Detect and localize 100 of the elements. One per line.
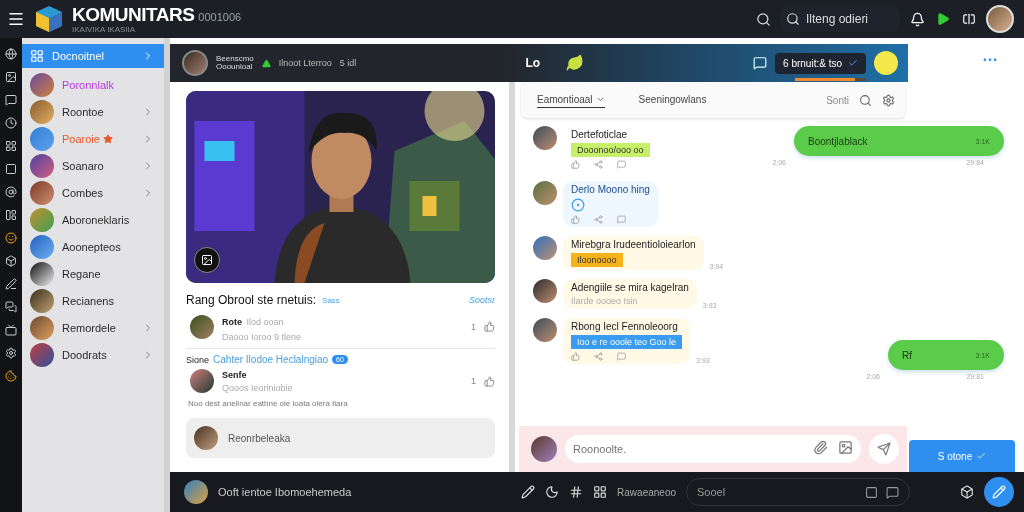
brand-code: 0001006	[198, 10, 242, 23]
sidebar-item[interactable]: Combes	[22, 179, 164, 206]
avatar	[30, 234, 54, 259]
message-title: Adengiile se mira kagelran	[571, 282, 689, 293]
pencil-icon	[992, 485, 1006, 499]
bell-icon[interactable]	[908, 10, 926, 28]
sidebar-item[interactable]: Roontoe	[22, 98, 164, 125]
message-text: Ilarde oooeo Isin	[571, 296, 639, 306]
avatar	[30, 207, 54, 232]
layout-icon[interactable]	[5, 209, 17, 221]
avatar	[30, 342, 54, 367]
avatar	[30, 99, 54, 124]
avatar	[190, 314, 214, 339]
like-icon[interactable]	[484, 375, 495, 387]
post-title: Rang Obrool ste rnetuis:	[186, 293, 317, 307]
message-title: Derlo Moono hing	[571, 184, 650, 195]
star-icon	[102, 133, 113, 144]
edit-button[interactable]	[984, 477, 1014, 507]
avatar	[30, 72, 54, 97]
header-subtitle: Ooounioal	[216, 63, 254, 71]
message-title: Dertefoticlae	[571, 129, 629, 140]
brand-tagline: IKAIVIKA IKASIIA	[72, 25, 137, 34]
comment-text: Noo dest anelinar eathne ole loata olera Ilara	[188, 399, 349, 408]
square-icon[interactable]	[865, 485, 878, 499]
box-icon[interactable]	[960, 485, 974, 499]
search-field[interactable]: Ilteng odieri	[780, 6, 900, 32]
sidebar-item[interactable]: Aboroneklaris	[22, 206, 164, 233]
avatar	[30, 315, 54, 340]
box-icon[interactable]	[5, 255, 17, 267]
hash-icon[interactable]	[569, 485, 584, 499]
square-icon[interactable]	[5, 163, 17, 175]
avatar	[533, 181, 557, 205]
message-tag: Dooonoo/ooo oo	[571, 143, 650, 157]
check-icon	[976, 451, 987, 461]
header-title: Beenscmo	[216, 55, 254, 63]
like-count: 1	[471, 321, 476, 332]
moon-icon[interactable]	[545, 485, 560, 499]
avatar	[533, 236, 557, 260]
sidebar-item[interactable]: Regane	[22, 260, 164, 287]
avatar[interactable]	[986, 5, 1014, 33]
grid-icon[interactable]	[5, 140, 17, 152]
brand-name: KOMUNITARS	[72, 3, 195, 25]
sidebar-item[interactable]: Doodrats	[22, 341, 164, 368]
avatar	[30, 126, 54, 151]
reply-box[interactable]: Reonrbeleaka	[186, 418, 495, 458]
send-button[interactable]	[869, 434, 899, 464]
sidebar-item[interactable]: Remordele	[22, 314, 164, 341]
grid-icon	[30, 49, 44, 63]
smile-icon[interactable]	[5, 232, 17, 244]
cookie-icon[interactable]	[5, 370, 17, 382]
like-icon[interactable]	[484, 321, 495, 332]
sidebar-item[interactable]: Aoonepteos	[22, 233, 164, 260]
sidebar-label: Roontoe	[62, 105, 104, 118]
comment-text: Qooos Ieoriniobie	[222, 382, 294, 393]
tv-icon[interactable]	[5, 324, 17, 336]
at-icon[interactable]	[5, 186, 17, 198]
thread-prefix: Sione	[186, 354, 210, 365]
sidebar-item[interactable]: Recianens	[22, 287, 164, 314]
avatar	[533, 318, 557, 342]
attach-icon[interactable]	[813, 440, 828, 455]
clock-icon[interactable]	[5, 117, 17, 129]
grid-icon[interactable]	[593, 485, 608, 499]
comment-author: Rote	[222, 317, 242, 327]
sidebar-item[interactable]: Soanaro	[22, 152, 164, 179]
search-icon[interactable]	[754, 10, 772, 28]
message-field[interactable]: Roonoolte.	[565, 435, 861, 463]
sidebar-label: Remordele	[62, 321, 116, 334]
caret-icon	[595, 95, 605, 104]
message-title: Mirebgra Irudeentioloiearlon	[571, 239, 696, 250]
filter-tab[interactable]: Seeningowlans	[638, 92, 707, 108]
pencil-icon[interactable]	[521, 485, 536, 499]
avatar	[533, 126, 557, 150]
sidebar-item[interactable]: Poronnlalk	[22, 71, 164, 98]
message-title: Rbong Iecl Fennoleoorg	[571, 321, 679, 332]
gear-icon[interactable]	[5, 347, 17, 359]
header-count: 5 idl	[339, 58, 357, 68]
cube-logo-icon	[34, 4, 64, 34]
avatar	[30, 288, 54, 313]
pen-icon[interactable]	[5, 278, 17, 290]
filter-tab[interactable]: Eamontioaal	[537, 92, 605, 108]
avatar	[194, 426, 218, 450]
sidebar-label: Soanaro	[62, 159, 104, 172]
chat-icon[interactable]	[886, 485, 899, 499]
comment-text: Daooo Ioroo 9 tlene	[222, 332, 303, 342]
message-tag: Iloonoooo	[571, 253, 623, 267]
avatar	[30, 153, 54, 178]
chat-icon[interactable]	[5, 301, 17, 313]
message-icon[interactable]	[5, 94, 17, 106]
sidebar-label: Aoonepteos	[62, 240, 121, 253]
sort-label[interactable]: Sonti	[826, 94, 849, 106]
globe-icon[interactable]	[5, 48, 17, 60]
settings-icon[interactable]	[882, 93, 895, 107]
sidebar-label: Doodrats	[62, 348, 107, 361]
sidebar-label: Poaroie	[62, 132, 100, 145]
image-icon[interactable]	[5, 71, 17, 83]
sidebar-label: Poronnlalk	[62, 78, 114, 91]
progress-bar	[795, 77, 866, 81]
avatar	[531, 436, 557, 462]
comment-meta: Ilod ooan	[246, 317, 284, 327]
check-icon	[848, 58, 858, 68]
